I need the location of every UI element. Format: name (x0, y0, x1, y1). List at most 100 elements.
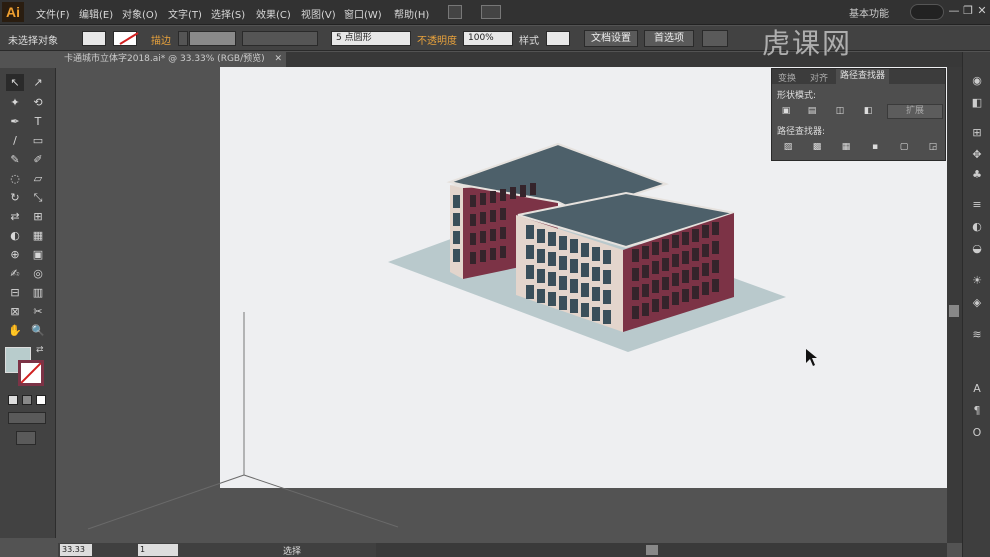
menu-select[interactable]: 选择(S) (211, 6, 245, 21)
brushes-icon[interactable]: ✥ (967, 146, 987, 164)
draw-mode-icon[interactable] (8, 412, 46, 424)
menu-file[interactable]: 文件(F) (36, 6, 70, 21)
paragraph-icon[interactable]: ¶ (967, 402, 987, 420)
vertical-scrollbar[interactable] (947, 67, 962, 543)
minus-front-icon[interactable]: ▤ (804, 104, 820, 118)
expand-button[interactable]: 扩展 (887, 104, 943, 119)
eraser-tool-icon[interactable]: ▱ (29, 170, 47, 187)
intersect-icon[interactable]: ◫ (832, 104, 848, 118)
layers-icon[interactable]: ≋ (967, 326, 987, 344)
stroke-weight-stepper[interactable] (178, 31, 188, 46)
menu-help[interactable]: 帮助(H) (394, 6, 429, 21)
screen-mode-icon[interactable] (16, 431, 36, 445)
perspective-grid-tool-icon[interactable]: ▦ (29, 227, 47, 244)
arrange-docs-icon[interactable] (481, 5, 501, 19)
column-graph-tool-icon[interactable]: ▥ (29, 284, 47, 301)
close-icon[interactable]: ✕ (976, 4, 988, 18)
gradient-panel-icon[interactable]: ◐ (967, 218, 987, 236)
color-mode-icon[interactable] (8, 395, 18, 405)
pen-tool-icon[interactable]: ✒ (6, 113, 24, 130)
gradient-mode-icon[interactable] (22, 395, 32, 405)
variable-width-profile[interactable] (242, 31, 318, 46)
tab-pathfinder[interactable]: 路径查找器 (836, 69, 890, 84)
pencil-tool-icon[interactable]: ✐ (29, 151, 47, 168)
unite-icon[interactable]: ▣ (778, 104, 794, 118)
bridge-icon[interactable] (448, 5, 462, 19)
menu-effect[interactable]: 效果(C) (256, 6, 291, 21)
trim-icon[interactable]: ▩ (809, 140, 825, 154)
opacity-field[interactable]: 100% (463, 31, 513, 46)
panel-menu-icon[interactable] (702, 30, 728, 47)
graphic-styles-icon[interactable]: ◈ (967, 294, 987, 312)
character-icon[interactable]: A (967, 380, 987, 398)
blob-brush-tool-icon[interactable]: ◌ (6, 170, 24, 187)
opacity-label[interactable]: 不透明度 (417, 32, 457, 47)
outline-icon[interactable]: ▢ (896, 140, 912, 154)
color-panel-icon[interactable]: ◉ (967, 72, 987, 90)
zoom-tool-icon[interactable]: 🔍 (29, 322, 47, 339)
free-transform-tool-icon[interactable]: ⊞ (29, 208, 47, 225)
fill-swatch[interactable] (82, 31, 106, 46)
divide-icon[interactable]: ▨ (780, 140, 796, 154)
merge-icon[interactable]: ▦ (838, 140, 854, 154)
tab-transform[interactable]: 变换 (778, 71, 796, 84)
scale-tool-icon[interactable]: ⤡ (29, 189, 47, 206)
width-tool-icon[interactable]: ⇄ (6, 208, 24, 225)
swatches-icon[interactable]: ⊞ (967, 124, 987, 142)
direct-selection-tool-icon[interactable]: ↗ (29, 74, 47, 91)
none-mode-icon[interactable] (36, 395, 46, 405)
shape-builder-tool-icon[interactable]: ◐ (6, 227, 24, 244)
rotate-tool-icon[interactable]: ↻ (6, 189, 24, 206)
vertical-scroll-thumb[interactable] (949, 305, 959, 317)
menu-view[interactable]: 视图(V) (301, 6, 336, 21)
zoom-field[interactable]: 33.33 (60, 544, 92, 556)
slice-tool-icon[interactable]: ✂ (29, 303, 47, 320)
menu-type[interactable]: 文字(T) (168, 6, 202, 21)
crop-icon[interactable]: ▪ (867, 140, 883, 154)
color-guide-icon[interactable]: ◧ (967, 94, 987, 112)
menu-edit[interactable]: 编辑(E) (79, 6, 113, 21)
workspace-switcher[interactable]: 基本功能 (849, 5, 889, 20)
appearance-icon[interactable]: ☀ (967, 272, 987, 290)
selection-tool-icon[interactable]: ↖ (6, 74, 24, 91)
document-tab[interactable]: 卡通城市立体字2018.ai* @ 33.33% (RGB/预览) ✕ (58, 52, 286, 67)
horizontal-scrollbar[interactable] (376, 543, 947, 557)
brush-definition[interactable]: 5 点圆形 (331, 31, 411, 46)
restore-icon[interactable]: ❐ (962, 4, 974, 18)
magic-wand-tool-icon[interactable]: ✦ (6, 94, 24, 111)
minimize-icon[interactable]: — (948, 4, 960, 18)
opentype-icon[interactable]: O (967, 424, 987, 442)
rectangle-tool-icon[interactable]: ▭ (29, 132, 47, 149)
artboard-navigation[interactable]: 1 (138, 544, 178, 556)
type-tool-icon[interactable]: T (29, 113, 47, 130)
blend-tool-icon[interactable]: ◎ (29, 265, 47, 282)
menu-window[interactable]: 窗口(W) (344, 6, 382, 21)
gradient-tool-icon[interactable]: ▣ (29, 246, 47, 263)
transparency-icon[interactable]: ◒ (967, 240, 987, 258)
stroke-color-swatch[interactable] (18, 360, 44, 386)
stroke-swatch[interactable] (113, 31, 139, 46)
stroke-label[interactable]: 描边 (151, 32, 171, 47)
preferences-button[interactable]: 首选项 (644, 30, 694, 47)
symbols-icon[interactable]: ♣ (967, 166, 987, 184)
symbol-sprayer-tool-icon[interactable]: ⊟ (6, 284, 24, 301)
mesh-tool-icon[interactable]: ⊕ (6, 246, 24, 263)
eyedropper-tool-icon[interactable]: ✍ (6, 265, 24, 282)
stroke-panel-icon[interactable]: ≡ (967, 196, 987, 214)
search-field[interactable] (910, 4, 944, 20)
hand-tool-icon[interactable]: ✋ (6, 322, 24, 339)
artboard-tool-icon[interactable]: ⊠ (6, 303, 24, 320)
line-tool-icon[interactable]: / (6, 132, 24, 149)
paintbrush-tool-icon[interactable]: ✎ (6, 151, 24, 168)
style-swatch[interactable] (546, 31, 570, 46)
stroke-weight-field[interactable] (189, 31, 236, 46)
menu-object[interactable]: 对象(O) (122, 6, 158, 21)
tab-align[interactable]: 对齐 (810, 71, 828, 84)
exclude-icon[interactable]: ◧ (860, 104, 876, 118)
tab-close-icon[interactable]: ✕ (274, 52, 282, 67)
horizontal-scroll-thumb[interactable] (646, 545, 658, 555)
lasso-tool-icon[interactable]: ⟲ (29, 94, 47, 111)
swap-colors-icon[interactable]: ⇄ (36, 345, 46, 355)
document-setup-button[interactable]: 文档设置 (584, 30, 638, 47)
minus-back-icon[interactable]: ◲ (925, 140, 941, 154)
